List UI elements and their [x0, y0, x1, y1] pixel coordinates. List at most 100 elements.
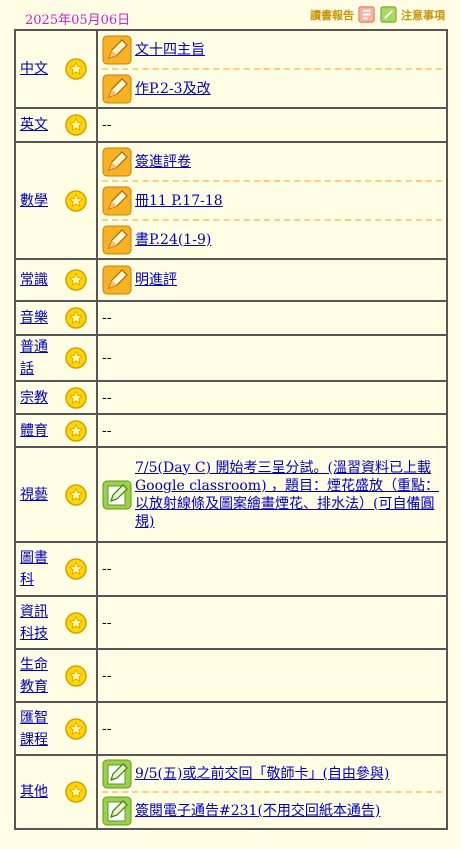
- homework-link[interactable]: 冊11 P.17-18: [135, 192, 223, 210]
- homework-cell: 明進評: [96, 258, 448, 302]
- homework-table: 中文 文十四主旨作P.2-3及改英文 -- 數學 簽進評卷冊11 P.17-18 書P.2…: [14, 29, 448, 830]
- subject-row: 常識 明進評: [14, 258, 448, 302]
- no-homework-text: --: [102, 117, 112, 133]
- star-icon: [65, 781, 87, 803]
- subject-row: 宗教 --: [14, 380, 448, 415]
- pencil-homework-icon: [102, 147, 132, 176]
- subject-link[interactable]: 匯智課程: [20, 707, 54, 751]
- pencil-homework-icon: [102, 35, 132, 64]
- homework-item: 作P.2-3及改: [102, 68, 442, 107]
- homework-cell: 文十四主旨作P.2-3及改: [96, 29, 448, 109]
- homework-link[interactable]: 作P.2-3及改: [135, 80, 211, 98]
- star-icon: [65, 558, 87, 580]
- homework-item: 明進評: [102, 262, 442, 299]
- homework-item: 簽閱電子通告#231(不用交回紙本通告): [102, 791, 442, 828]
- subject-cell: 普通話: [14, 334, 98, 382]
- subject-row: 資訊科技 --: [14, 595, 448, 650]
- subject-cell: 視藝: [14, 446, 98, 543]
- homework-link[interactable]: 簽閱電子通告#231(不用交回紙本通告): [135, 802, 380, 820]
- no-homework-text: --: [102, 310, 112, 326]
- subject-link[interactable]: 數學: [20, 190, 54, 212]
- date-label: 2025年05月06日: [25, 13, 131, 28]
- subject-row: 普通話 --: [14, 334, 448, 382]
- homework-cell: --: [96, 648, 448, 703]
- top-links: 讀書報告 注意事項: [310, 5, 445, 24]
- subject-row: 視藝 7/5(Day C) 開始考三呈分試。(溫習資料已上載Google clas…: [14, 446, 448, 543]
- subject-cell: 常識: [14, 258, 98, 302]
- subject-link[interactable]: 音樂: [20, 307, 54, 329]
- star-icon: [65, 483, 87, 506]
- no-homework-text: --: [102, 561, 112, 577]
- homework-cell: --: [96, 595, 448, 650]
- subject-link[interactable]: 常識: [20, 269, 54, 291]
- subject-cell: 圖書科: [14, 541, 98, 597]
- subject-row: 體育 --: [14, 413, 448, 448]
- subject-link[interactable]: 資訊科技: [20, 601, 54, 645]
- subject-cell: 體育: [14, 413, 98, 448]
- pencil-notice-icon: [102, 759, 132, 788]
- pencil-notice-icon: [102, 796, 132, 825]
- subject-row: 圖書科 --: [14, 541, 448, 597]
- pencil-homework-icon: [102, 74, 132, 103]
- subject-cell: 生命教育: [14, 648, 98, 703]
- subject-link[interactable]: 宗教: [20, 387, 54, 409]
- homework-link[interactable]: 9/5(五)或之前交回「敬師卡」(自由參與): [135, 765, 389, 783]
- no-homework-text: --: [102, 422, 112, 439]
- no-homework-text: --: [102, 720, 112, 737]
- subject-cell: 匯智課程: [14, 701, 98, 756]
- subject-link[interactable]: 英文: [20, 114, 54, 136]
- subject-row: 中文 文十四主旨作P.2-3及改: [14, 29, 448, 109]
- homework-cell: --: [96, 334, 448, 382]
- notice-icon[interactable]: [379, 5, 398, 24]
- homework-item: 7/5(Day C) 開始考三呈分試。(溫習資料已上載Google classr…: [102, 451, 442, 539]
- homework-item: 9/5(五)或之前交回「敬師卡」(自由參與): [102, 756, 442, 791]
- star-icon: [65, 269, 87, 291]
- homework-cell: 7/5(Day C) 開始考三呈分試。(溫習資料已上載Google classr…: [96, 446, 448, 543]
- homework-cell: --: [96, 300, 448, 336]
- subject-cell: 英文: [14, 107, 98, 143]
- star-icon: [65, 717, 87, 740]
- subject-cell: 宗教: [14, 380, 98, 415]
- subject-cell: 音樂: [14, 300, 98, 336]
- subject-row: 英文 --: [14, 107, 448, 143]
- homework-cell: 簽進評卷冊11 P.17-18 書P.24(1-9): [96, 141, 448, 260]
- homework-item: 冊11 P.17-18: [102, 180, 442, 219]
- homework-link[interactable]: 文十四主旨: [135, 41, 205, 59]
- subject-row: 其他 9/5(五)或之前交回「敬師卡」(自由參與) 簽閱電子通告#231(不用交回紙…: [14, 754, 448, 830]
- homework-link[interactable]: 7/5(Day C) 開始考三呈分試。(溫習資料已上載Google classr…: [135, 459, 442, 531]
- star-icon: [65, 386, 87, 409]
- star-icon: [65, 419, 87, 442]
- subject-row: 匯智課程 --: [14, 701, 448, 756]
- subject-link[interactable]: 體育: [20, 420, 54, 442]
- homework-link[interactable]: 明進評: [135, 271, 177, 289]
- subject-cell: 中文: [14, 29, 98, 109]
- book-report-icon[interactable]: [357, 5, 376, 24]
- star-icon: [65, 347, 87, 369]
- pencil-homework-icon: [102, 265, 132, 295]
- homework-item: 文十四主旨: [102, 31, 442, 68]
- subject-row: 音樂 --: [14, 300, 448, 336]
- subject-cell: 其他: [14, 754, 98, 830]
- star-icon: [65, 114, 87, 136]
- star-icon: [65, 189, 87, 212]
- star-icon: [65, 664, 87, 687]
- star-icon: [65, 307, 87, 329]
- subject-link[interactable]: 視藝: [20, 484, 54, 506]
- subject-link[interactable]: 圖書科: [20, 547, 54, 591]
- subject-link[interactable]: 中文: [20, 58, 54, 80]
- homework-link[interactable]: 簽進評卷: [135, 153, 191, 171]
- star-icon: [65, 611, 87, 634]
- no-homework-text: --: [102, 389, 112, 406]
- homework-link[interactable]: 書P.24(1-9): [135, 231, 211, 249]
- subject-link[interactable]: 普通話: [20, 336, 54, 380]
- subject-row: 生命教育 --: [14, 648, 448, 703]
- subject-row: 數學 簽進評卷冊11 P.17-18 書P.24(1-9): [14, 141, 448, 260]
- no-homework-text: --: [102, 350, 112, 366]
- no-homework-text: --: [102, 667, 112, 684]
- subject-link[interactable]: 其他: [20, 781, 54, 803]
- subject-cell: 資訊科技: [14, 595, 98, 650]
- book-report-link[interactable]: 讀書報告: [310, 7, 354, 23]
- homework-cell: --: [96, 380, 448, 415]
- notice-link[interactable]: 注意事項: [401, 7, 445, 23]
- subject-link[interactable]: 生命教育: [20, 654, 54, 698]
